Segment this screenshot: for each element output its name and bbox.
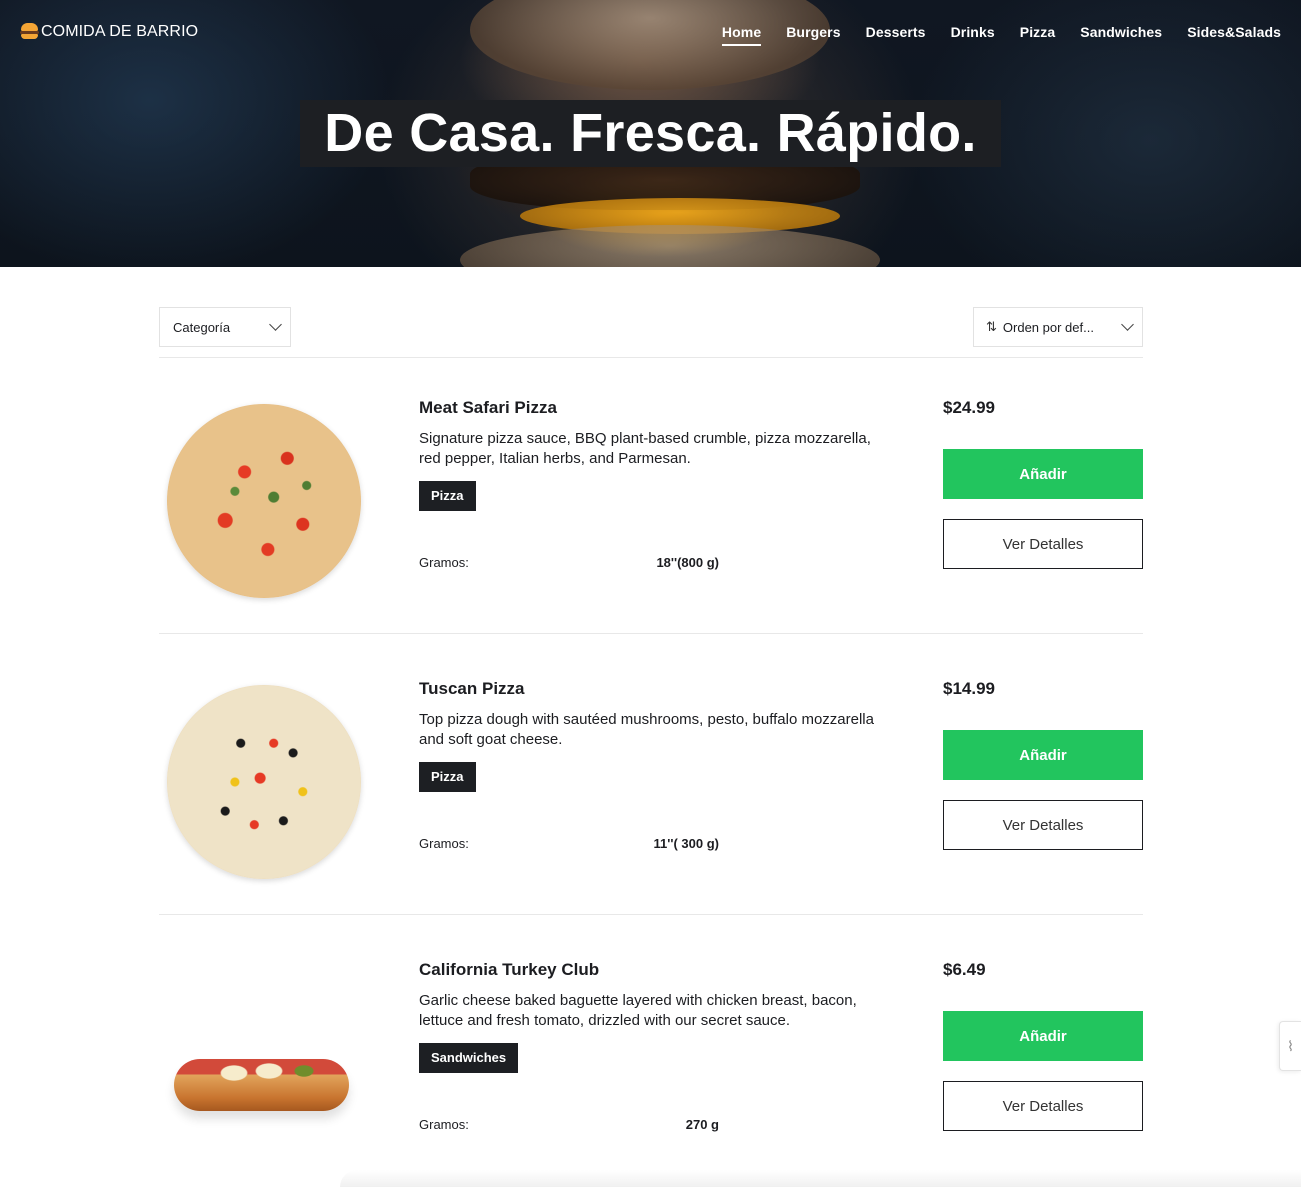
product-price: $14.99: [943, 679, 995, 698]
divider: [159, 914, 1143, 915]
nav-item-sandwiches[interactable]: Sandwiches: [1080, 24, 1162, 46]
nav-item-pizza[interactable]: Pizza: [1020, 24, 1056, 46]
category-dropdown-label: Categoría: [173, 319, 231, 335]
product-name[interactable]: California Turkey Club: [419, 960, 599, 980]
product-category-tag[interactable]: Pizza: [419, 481, 476, 511]
bottom-bar-shadow: [340, 1170, 1301, 1187]
grams-value: 18''(800 g): [656, 555, 719, 570]
burger-icon: [20, 22, 39, 41]
hero-headline: De Casa. Fresca. Rápido.: [300, 100, 1001, 167]
chat-widget-icon[interactable]: ⌇: [1279, 1021, 1301, 1071]
product-name[interactable]: Tuscan Pizza: [419, 679, 525, 699]
nav-item-home[interactable]: Home: [721, 24, 762, 46]
sort-arrows-icon: ⇅: [986, 319, 997, 334]
add-to-cart-button[interactable]: Añadir: [943, 730, 1143, 780]
brand-logo[interactable]: COMIDA DE BARRIO: [20, 22, 198, 41]
sort-dropdown-label: Orden por def...: [1002, 319, 1094, 335]
grams-label: Gramos:: [419, 555, 469, 570]
hero-banner: COMIDA DE BARRIO Home Burgers Desserts D…: [0, 0, 1301, 267]
product-name[interactable]: Meat Safari Pizza: [419, 398, 557, 418]
product-description: Top pizza dough with sautéed mushrooms, …: [419, 711, 874, 748]
grams-value: 270 g: [685, 1117, 719, 1132]
grams-label: Gramos:: [419, 1117, 469, 1132]
product-category-tag[interactable]: Pizza: [419, 762, 476, 792]
product-category-tag[interactable]: Sandwiches: [419, 1043, 519, 1073]
hero-burger-bun: [460, 225, 880, 267]
chevron-down-icon: [269, 318, 282, 331]
main-menu: Home Burgers Desserts Drinks Pizza Sandw…: [721, 24, 1281, 46]
product-image-wrapper[interactable]: [159, 367, 369, 647]
sort-dropdown[interactable]: ⇅ Orden por def...: [973, 307, 1143, 347]
nav-item-drinks[interactable]: Drinks: [951, 24, 995, 46]
product-image-wrapper[interactable]: [159, 648, 369, 928]
product-card: Tuscan Pizza Top pizza dough with sautée…: [159, 648, 1143, 928]
nav-item-burgers[interactable]: Burgers: [786, 24, 840, 46]
divider: [159, 357, 1143, 358]
product-description: Signature pizza sauce, BBQ plant-based c…: [419, 430, 871, 467]
product-image-meat-safari-pizza: [167, 404, 361, 598]
chevron-down-icon: [1121, 318, 1134, 331]
view-details-button[interactable]: Ver Detalles: [943, 800, 1143, 850]
category-dropdown[interactable]: Categoría: [159, 307, 291, 347]
product-description: Garlic cheese baked baguette layered wit…: [419, 992, 857, 1029]
divider: [159, 633, 1143, 634]
add-to-cart-button[interactable]: Añadir: [943, 449, 1143, 499]
product-card: California Turkey Club Garlic cheese bak…: [159, 929, 1143, 1187]
product-image-wrapper[interactable]: [159, 929, 369, 1187]
product-price: $6.49: [943, 960, 986, 979]
top-navigation: COMIDA DE BARRIO Home Burgers Desserts D…: [0, 0, 1301, 64]
view-details-button[interactable]: Ver Detalles: [943, 519, 1143, 569]
nav-item-sides-salads[interactable]: Sides&Salads: [1187, 24, 1281, 46]
view-details-button[interactable]: Ver Detalles: [943, 1081, 1143, 1131]
add-to-cart-button[interactable]: Añadir: [943, 1011, 1143, 1061]
product-image-tuscan-pizza: [167, 685, 361, 879]
grams-label: Gramos:: [419, 836, 469, 851]
nav-item-desserts[interactable]: Desserts: [866, 24, 926, 46]
product-price: $24.99: [943, 398, 995, 417]
product-card: Meat Safari Pizza Signature pizza sauce,…: [159, 367, 1143, 647]
brand-name: COMIDA DE BARRIO: [41, 22, 199, 40]
grams-value: 11''( 300 g): [653, 836, 719, 851]
product-image-california-turkey-club: [174, 1059, 349, 1111]
